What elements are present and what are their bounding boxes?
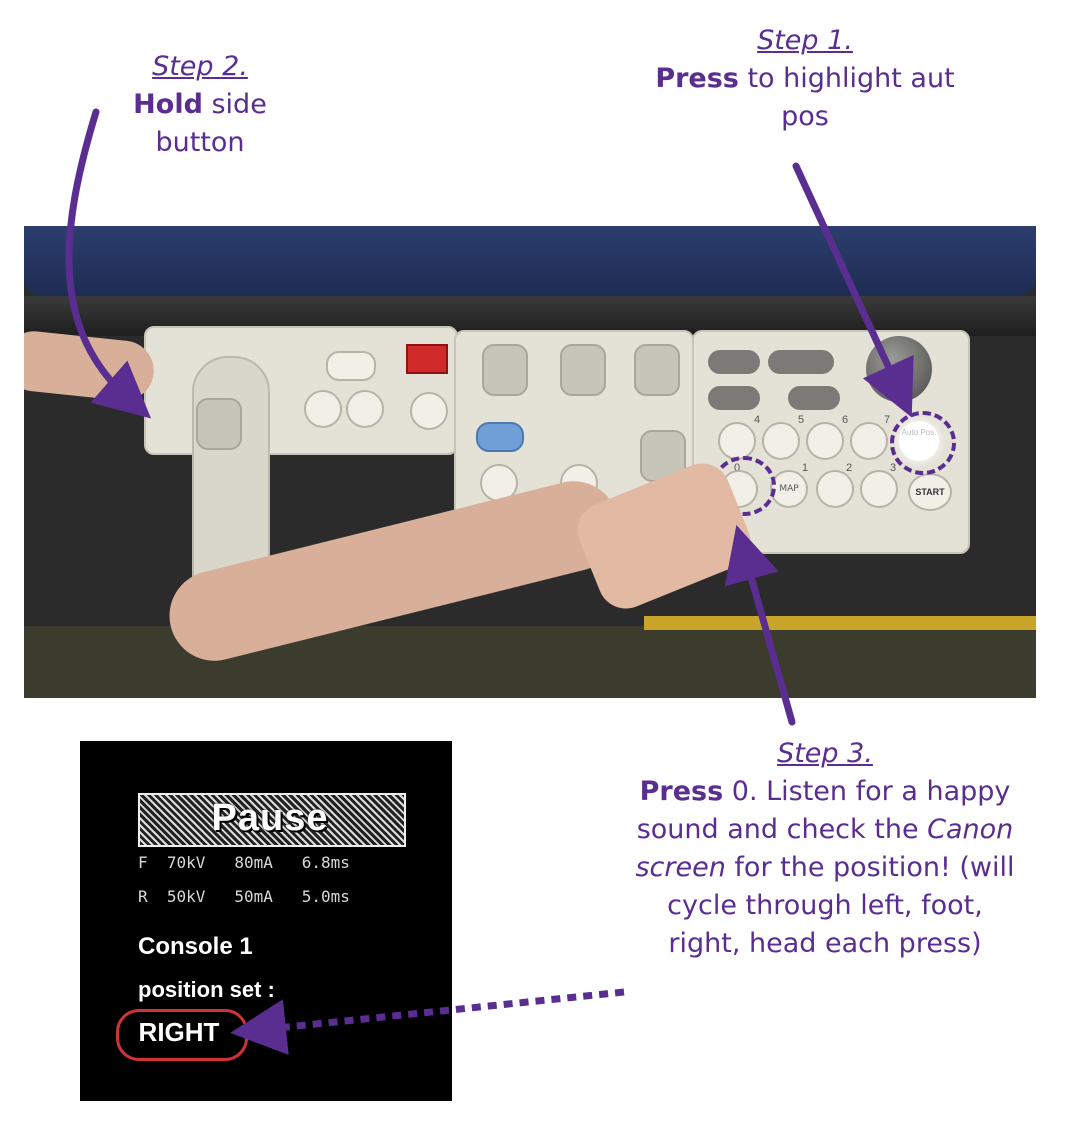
control-panel-photo: 4 5 6 7 Auto Pos. 0 1 2 3 MAP START — [24, 226, 1036, 698]
table-mattress — [24, 226, 1036, 296]
rewind-button[interactable] — [708, 350, 760, 374]
key-number-3: 3 — [890, 462, 897, 474]
minus-button[interactable] — [708, 386, 760, 410]
dial-knob[interactable] — [634, 344, 680, 396]
key-2-button[interactable] — [816, 470, 854, 508]
pause-status-text: Pause — [211, 797, 329, 839]
key-4-button[interactable] — [718, 422, 756, 460]
key-number-5: 5 — [798, 414, 805, 426]
step1-header: Step 1. — [757, 25, 853, 56]
key-number-2: 2 — [846, 462, 853, 474]
position-set-label: position set : — [138, 977, 275, 1002]
console-label: Console 1 — [138, 933, 253, 960]
dial-knob[interactable] — [482, 344, 528, 396]
panel-round-button[interactable] — [346, 390, 384, 428]
start-button[interactable]: START — [908, 473, 952, 511]
emergency-stop-button[interactable] — [406, 344, 448, 374]
exposure-row-rear: R 50kV 50mA 5.0ms — [138, 887, 350, 906]
trackball[interactable] — [866, 336, 932, 402]
step1-annotation: Step 1. Press to highlight aut pos — [640, 22, 970, 136]
canon-screen: Pause F 70kV 80mA 6.8ms R 50kV 50mA 5.0m… — [80, 741, 452, 1101]
step1-text: to highlight aut pos — [738, 63, 955, 132]
left-hand — [24, 328, 157, 404]
blue-button[interactable] — [476, 422, 524, 452]
key-6-button[interactable] — [806, 422, 844, 460]
position-value: RIGHT — [138, 1017, 220, 1047]
key-number-6: 6 — [842, 414, 849, 426]
key-number-1: 1 — [802, 462, 809, 474]
forward-button[interactable] — [794, 350, 834, 374]
step3-annotation: Step 3. Press 0. Listen for a happy soun… — [630, 735, 1020, 963]
key-5-button[interactable] — [762, 422, 800, 460]
step3-header: Step 3. — [777, 738, 873, 769]
step1-bold: Press — [655, 63, 739, 94]
step3-bold: Press — [639, 776, 724, 807]
plus-button[interactable] — [788, 386, 840, 410]
step2-header: Step 2. — [152, 51, 248, 82]
panel-icon-button[interactable] — [410, 392, 448, 430]
dial-knob[interactable] — [560, 344, 606, 396]
exposure-row-front: F 70kV 80mA 6.8ms — [138, 853, 350, 872]
step2-bold: Hold — [133, 89, 203, 120]
floor-stripe — [644, 616, 1036, 630]
auto-pos-highlight-circle — [890, 411, 956, 475]
key-number-7: 7 — [884, 414, 891, 426]
panel-oval-button[interactable] — [326, 351, 376, 381]
step2-annotation: Step 2. Hold side button — [100, 48, 300, 162]
key-3-button[interactable] — [860, 470, 898, 508]
panel-round-button[interactable] — [304, 390, 342, 428]
key-number-4: 4 — [754, 414, 761, 426]
key-7-button[interactable] — [850, 422, 888, 460]
joystick-knob[interactable] — [196, 398, 242, 450]
